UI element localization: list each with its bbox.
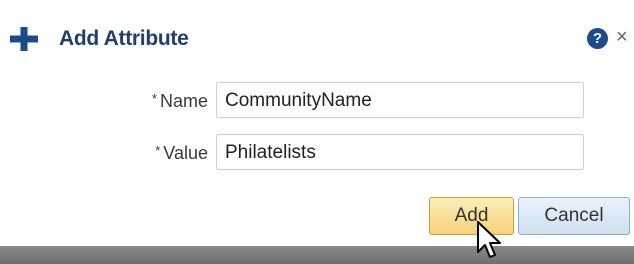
- value-label: * Value: [155, 143, 208, 164]
- dialog-title: Add Attribute: [59, 27, 189, 50]
- add-attribute-dialog: Add Attribute ? × * Name CommunityName * V…: [0, 0, 634, 246]
- dialog-shadow: [0, 246, 634, 264]
- help-icon[interactable]: ?: [587, 28, 608, 49]
- required-marker: *: [155, 143, 161, 158]
- cursor-icon: [477, 221, 501, 258]
- name-input[interactable]: CommunityName: [216, 82, 584, 118]
- cancel-button[interactable]: Cancel: [518, 197, 630, 235]
- value-label-text: Value: [163, 143, 208, 163]
- name-row: * Name CommunityName: [0, 82, 634, 122]
- dialog-header: Add Attribute ? ×: [0, 0, 634, 78]
- value-row: * Value Philatelists: [0, 134, 634, 174]
- value-input[interactable]: Philatelists: [216, 134, 584, 170]
- plus-icon: [10, 27, 38, 51]
- name-label-text: Name: [159, 91, 208, 111]
- close-icon[interactable]: ×: [616, 24, 628, 50]
- name-label: * Name: [152, 91, 208, 112]
- required-marker: *: [151, 91, 157, 106]
